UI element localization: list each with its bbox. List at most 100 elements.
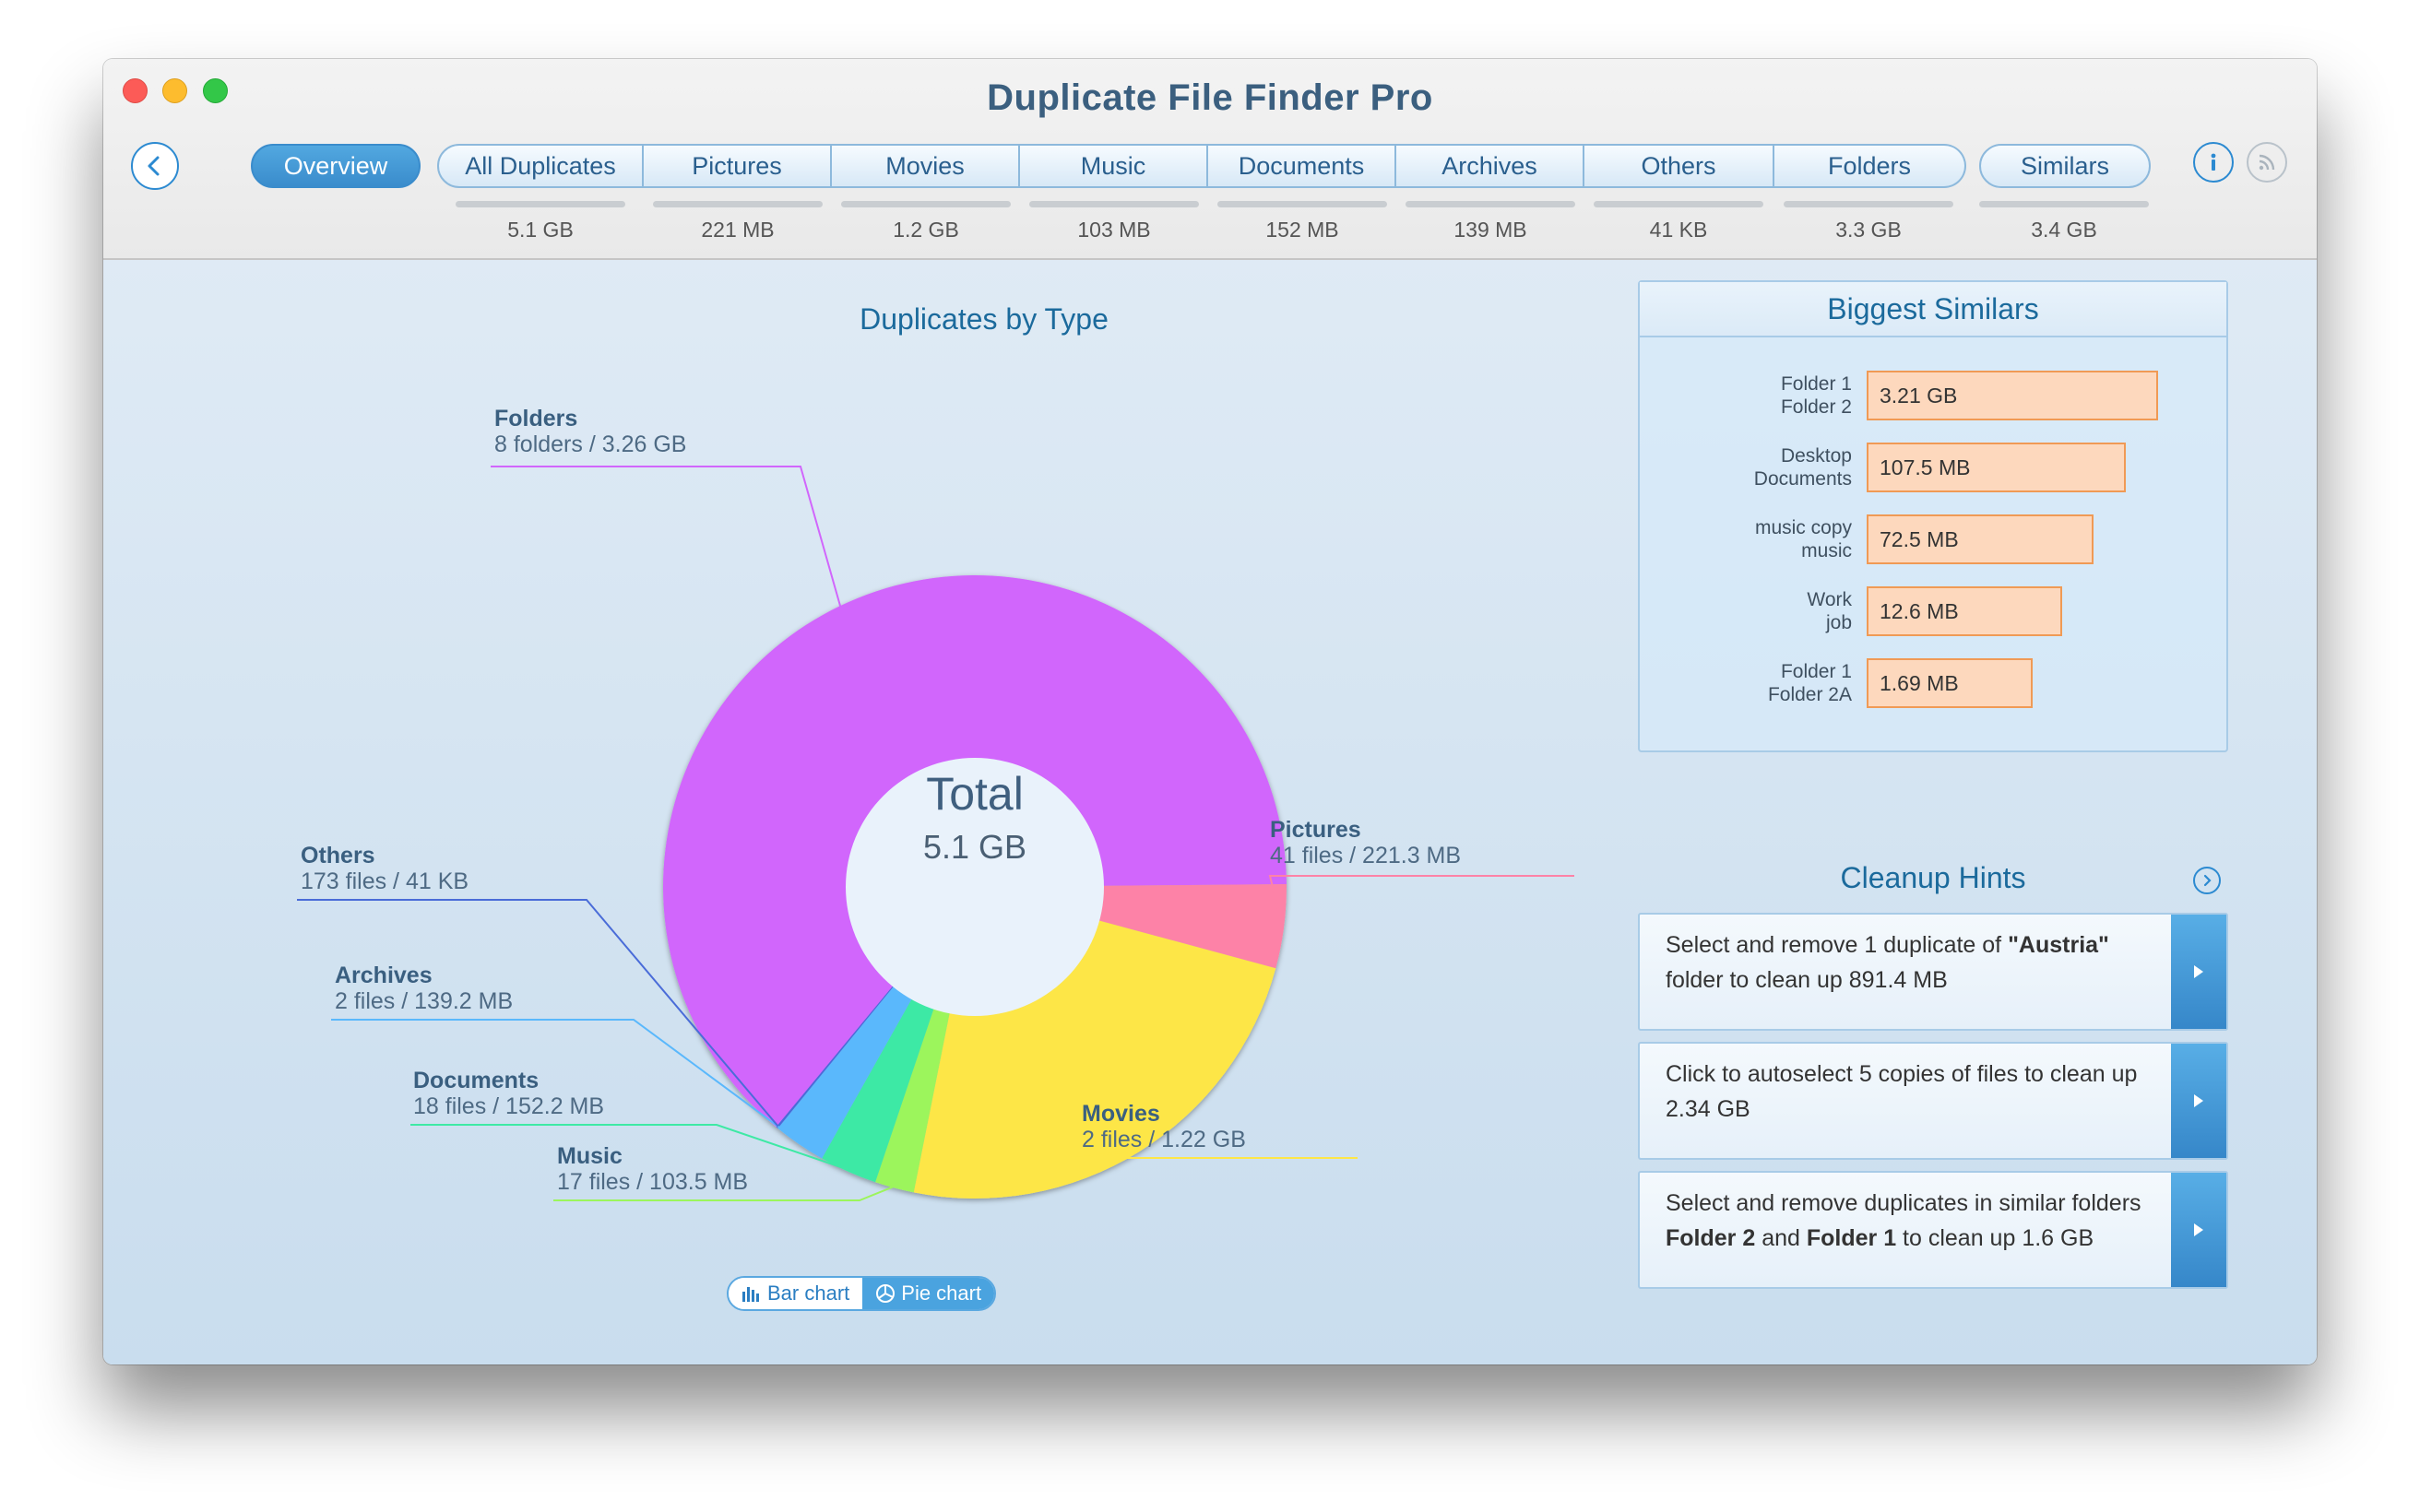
size-track	[1406, 201, 1575, 207]
size-track	[456, 201, 625, 207]
pie-center-value: 5.1 GB	[922, 828, 1027, 866]
biggest-similars-panel: Biggest Similars Folder 1 Folder 2 3.21 …	[1638, 280, 2228, 752]
slice-label-movies: Movies	[1082, 1101, 1160, 1127]
slice-label-pictures: Pictures	[1270, 817, 1361, 843]
slice-label-archives: Archives	[335, 963, 433, 988]
tab-movies[interactable]: Movies	[832, 144, 1020, 188]
slice-detail-archives: 2 files / 139.2 MB	[335, 988, 514, 1014]
size-track	[1784, 201, 1953, 207]
size-track	[1217, 201, 1387, 207]
play-arrow-icon	[2194, 1223, 2203, 1236]
similar-folder-b: Folder 2	[1780, 396, 1852, 418]
tab-documents[interactable]: Documents	[1208, 144, 1396, 188]
slice-detail-others: 173 files / 41 KB	[301, 868, 469, 894]
cleanup-hint-text: Select and remove duplicates in similar …	[1666, 1190, 2141, 1251]
play-arrow-icon	[2194, 1094, 2203, 1107]
size-label: 152 MB	[1265, 218, 1339, 242]
bar-chart-button[interactable]: Bar chart	[729, 1278, 863, 1309]
window-title: Duplicate File Finder Pro	[987, 77, 1433, 118]
size-label: 1.2 GB	[893, 218, 959, 242]
slice-label-music: Music	[557, 1143, 623, 1169]
rss-button[interactable]	[2247, 142, 2287, 183]
slice-label-documents: Documents	[413, 1068, 540, 1093]
similar-names: music copy music	[1640, 516, 1852, 562]
cleanup-hint-card[interactable]: Click to autoselect 5 copies of files to…	[1638, 1042, 2228, 1160]
size-track	[1979, 201, 2149, 207]
size-label: 3.3 GB	[1835, 218, 1902, 242]
similar-folder-a: Folder 1	[1780, 661, 1852, 682]
pie-chart-label: Pie chart	[901, 1282, 982, 1305]
similar-names: Desktop Documents	[1640, 444, 1852, 490]
size-label: 221 MB	[701, 218, 775, 242]
slice-detail-music: 17 files / 103.5 MB	[557, 1169, 749, 1195]
apply-hint-button[interactable]	[2171, 1044, 2226, 1158]
bar-chart-icon	[742, 1287, 759, 1302]
size-label: 5.1 GB	[507, 218, 574, 242]
bar-chart-label: Bar chart	[767, 1282, 850, 1305]
similar-names: Folder 1 Folder 2	[1640, 372, 1852, 419]
similar-size-bar: 3.21 GB	[1867, 371, 2158, 420]
similar-folder-b: Folder 2A	[1767, 684, 1852, 705]
cleanup-hint-card[interactable]: Select and remove 1 duplicate of "Austri…	[1638, 913, 2228, 1031]
pie-chart-icon	[876, 1284, 896, 1303]
size-label: 3.4 GB	[2031, 218, 2097, 242]
pie-chart-button[interactable]: Pie chart	[862, 1278, 995, 1309]
toolbar: Duplicate File Finder Pro Overview All D…	[103, 59, 2317, 260]
slice-label-others: Others	[301, 843, 375, 868]
tab-similars[interactable]: Similars	[1979, 144, 2151, 188]
size-label: 41 KB	[1649, 218, 1708, 242]
size-track	[653, 201, 823, 207]
slice-detail-pictures: 41 files / 221.3 MB	[1270, 843, 1462, 868]
slice-label-folders: Folders	[494, 406, 578, 431]
slice-detail-documents: 18 files / 152.2 MB	[413, 1093, 605, 1119]
cleanup-hint-text: Click to autoselect 5 copies of files to…	[1666, 1061, 2138, 1122]
similar-row[interactable]: music copy music 72.5 MB	[1640, 514, 2230, 564]
size-track	[841, 201, 1011, 207]
similar-folder-a: Work	[1807, 589, 1852, 610]
play-arrow-icon	[2194, 965, 2203, 978]
similar-row[interactable]: Folder 1 Folder 2A 1.69 MB	[1640, 658, 2230, 708]
similar-size-bar: 12.6 MB	[1867, 586, 2062, 636]
slice-detail-folders: 8 folders / 3.26 GB	[494, 431, 687, 457]
tab-folders[interactable]: Folders	[1774, 144, 1966, 188]
rss-icon	[2259, 154, 2275, 171]
similar-size-bar: 1.69 MB	[1867, 658, 2033, 708]
size-track	[1029, 201, 1199, 207]
info-icon	[2211, 153, 2216, 171]
apply-hint-button[interactable]	[2171, 1173, 2226, 1287]
tab-all-duplicates[interactable]: All Duplicates	[437, 144, 644, 188]
similar-folder-b: job	[1825, 612, 1852, 633]
chart-view-toggle: Bar chart Pie chart	[727, 1276, 997, 1311]
similar-folder-a: music copy	[1754, 517, 1852, 538]
cleanup-hint-card[interactable]: Select and remove duplicates in similar …	[1638, 1171, 2228, 1289]
leader-line-folders	[491, 466, 842, 608]
pie-center-label: Total	[926, 768, 1024, 820]
size-label: 103 MB	[1077, 218, 1151, 242]
cleanup-hint-text: Select and remove 1 duplicate of "Austri…	[1666, 932, 2109, 993]
similar-folder-a: Folder 1	[1780, 373, 1852, 395]
similar-size-bar: 107.5 MB	[1867, 443, 2126, 492]
cleanup-hints-more-button[interactable]	[2193, 867, 2221, 894]
similar-size-bar: 72.5 MB	[1867, 514, 2094, 564]
similar-folder-a: Desktop	[1780, 445, 1852, 467]
size-track	[1594, 201, 1763, 207]
apply-hint-button[interactable]	[2171, 915, 2226, 1029]
tab-overview[interactable]: Overview	[251, 144, 421, 188]
slice-detail-movies: 2 files / 1.22 GB	[1082, 1127, 1246, 1152]
tab-archives[interactable]: Archives	[1396, 144, 1584, 188]
chevron-right-icon	[2203, 874, 2212, 887]
similar-row[interactable]: Folder 1 Folder 2 3.21 GB	[1640, 371, 2230, 420]
chevron-left-icon	[148, 156, 160, 176]
cleanup-hints-title: Cleanup Hints	[1840, 861, 2026, 894]
info-button[interactable]	[2193, 142, 2234, 183]
app-window: Duplicate File Finder Pro Overview All D…	[103, 59, 2317, 1364]
back-button[interactable]	[131, 142, 179, 190]
similar-folder-b: music	[1801, 540, 1852, 561]
similar-names: Folder 1 Folder 2A	[1640, 660, 1852, 706]
tab-others[interactable]: Others	[1584, 144, 1774, 188]
tab-pictures[interactable]: Pictures	[644, 144, 832, 188]
tab-music[interactable]: Music	[1020, 144, 1208, 188]
leader-line-pictures	[1268, 875, 1574, 927]
similar-row[interactable]: Desktop Documents 107.5 MB	[1640, 443, 2230, 492]
similar-row[interactable]: Work job 12.6 MB	[1640, 586, 2230, 636]
